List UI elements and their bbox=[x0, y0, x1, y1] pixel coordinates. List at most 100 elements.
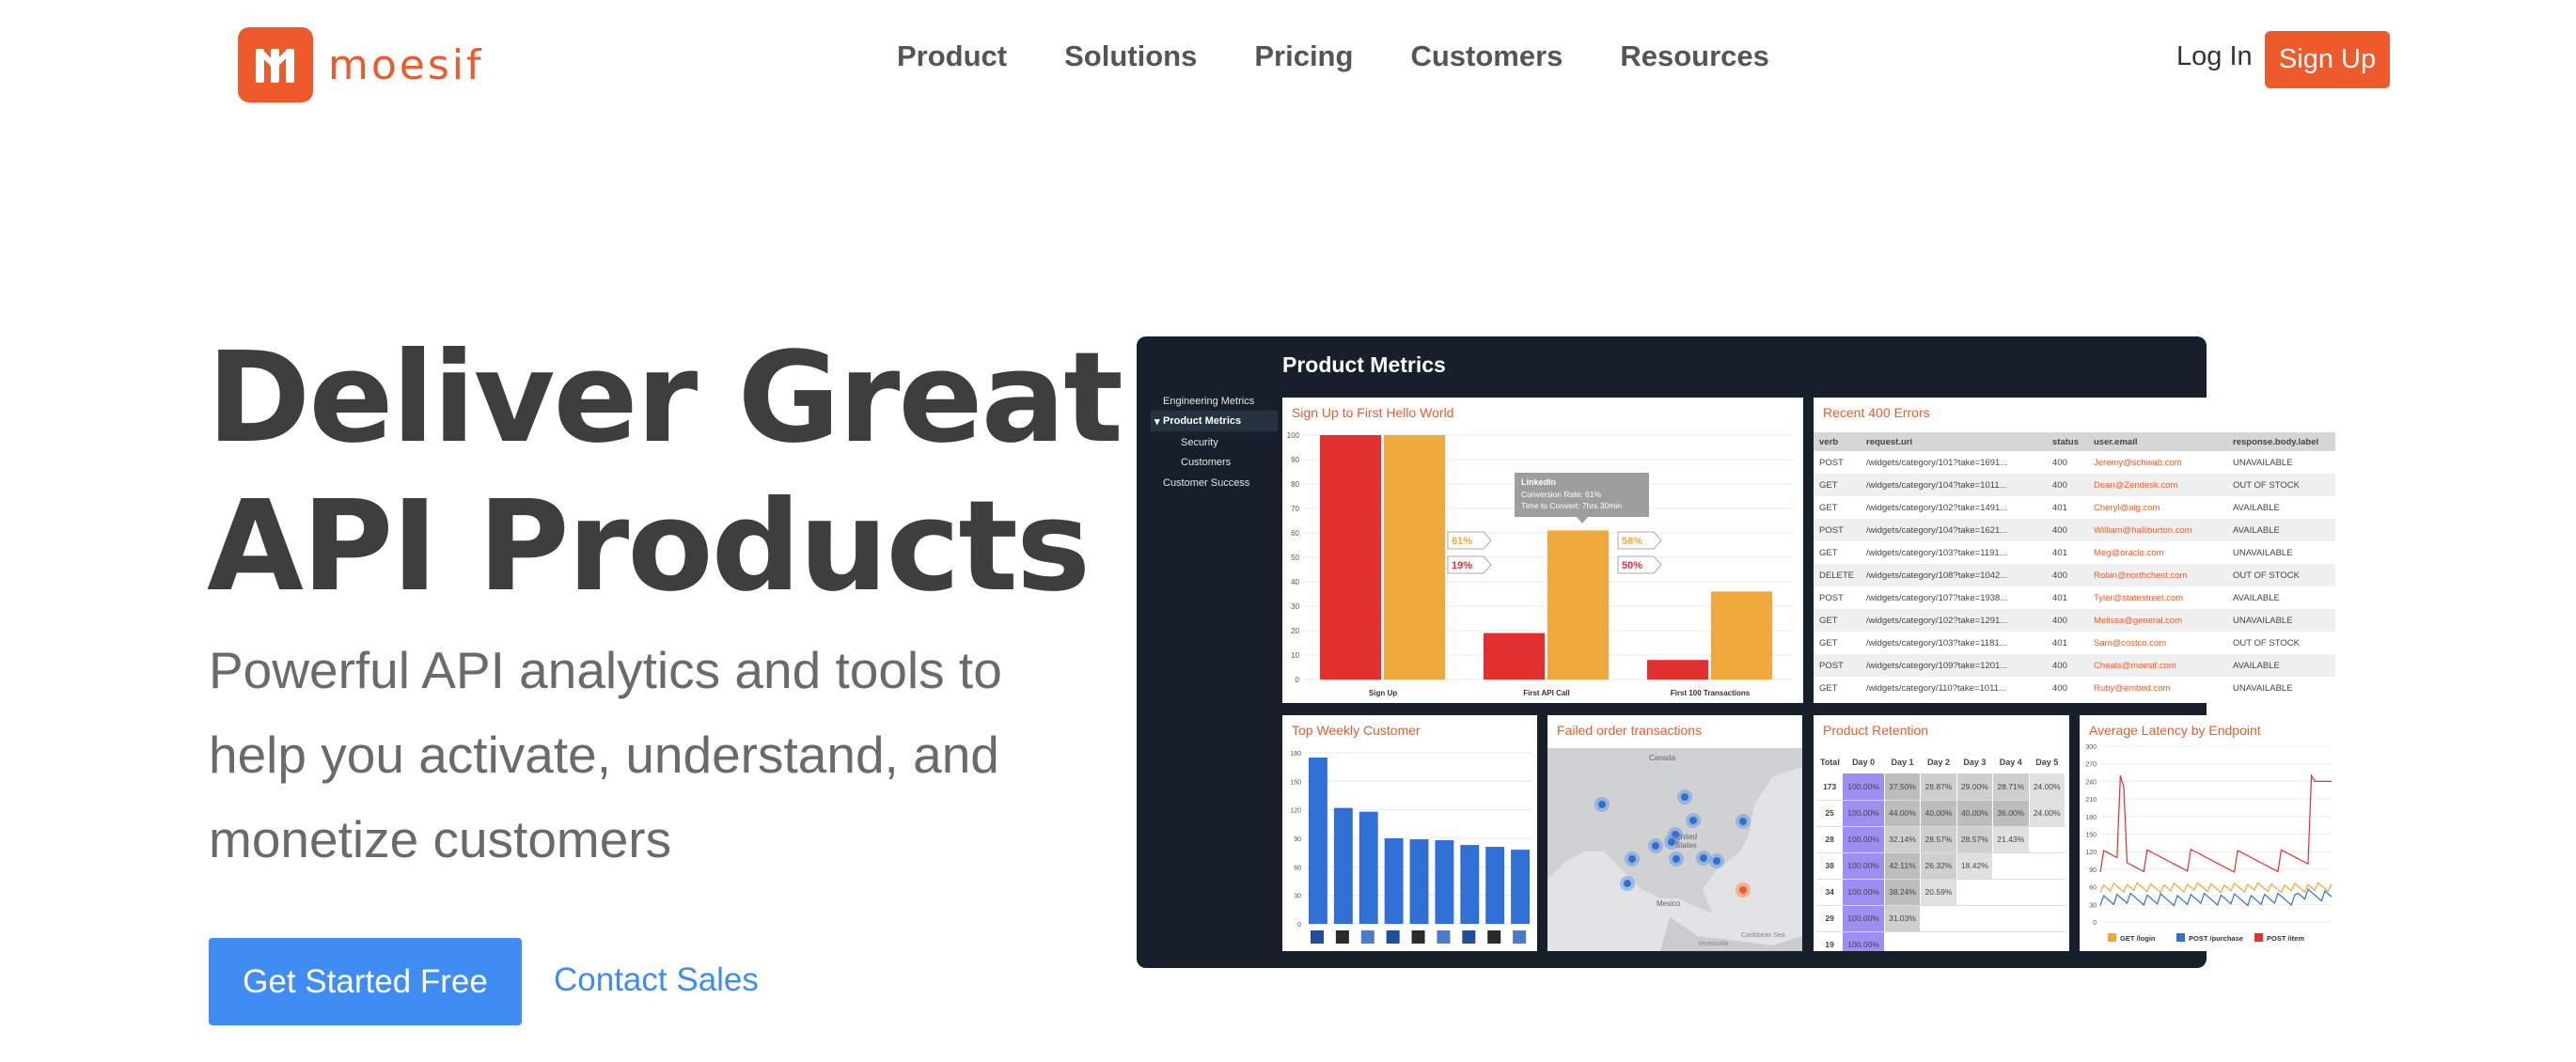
dash-nav-expand-icon: ▾ bbox=[1154, 416, 1160, 428]
retention-card: Product Retention Total Day 0 Day 1 Day 2 Da… bbox=[1814, 715, 2069, 951]
errors-cell: 400 bbox=[2047, 519, 2088, 541]
errors-table-row[interactable]: DELETE/widgets/category/108?take=1042...… bbox=[1814, 564, 2335, 586]
map-marker bbox=[1652, 842, 1659, 850]
errors-cell: /widgets/category/102?take=1291... bbox=[1861, 609, 2047, 632]
get-started-button[interactable]: Get Started Free bbox=[209, 938, 522, 1025]
retention-cell: 37.50% bbox=[1884, 773, 1922, 801]
latency-legend-label: POST /item bbox=[2267, 934, 2304, 943]
errors-table-row[interactable]: GET/widgets/category/103?take=1191... 401… bbox=[1814, 541, 2335, 564]
errors-cell: DELETE bbox=[1814, 564, 1861, 586]
errors-cell: UNAVAILABLE bbox=[2233, 547, 2293, 558]
errors-cell: Robin@northchest.com bbox=[2088, 564, 2227, 586]
errors-cell: UNAVAILABLE bbox=[2233, 457, 2293, 468]
moesif-logo[interactable]: moesif bbox=[238, 27, 484, 102]
funnel-chart: 0 10 20 30 40 50 60 70 80 90 100 Sign Up First API C… bbox=[1287, 431, 1794, 697]
errors-cell: AVAILABLE bbox=[2233, 502, 2280, 513]
funnel-rate-label: 19% bbox=[1452, 560, 1472, 571]
errors-table-row[interactable]: GET/widgets/category/110?take=1011... 400… bbox=[1814, 677, 2335, 699]
errors-table-row[interactable]: GET/widgets/category/103?take=1181... 401… bbox=[1814, 632, 2335, 654]
funnel-xtick: First API Call bbox=[1523, 689, 1570, 697]
retention-cell: 36.00% bbox=[1992, 800, 2030, 827]
hero-title-line1: Deliver Great bbox=[207, 326, 1123, 471]
errors-column-header[interactable]: response.body.label bbox=[2227, 432, 2335, 451]
retention-cell: 24.00% bbox=[2029, 800, 2066, 827]
weekly-customer-logo-icon bbox=[1513, 930, 1527, 944]
errors-cell: /widgets/category/102?take=1491... bbox=[1866, 502, 2008, 513]
hero-subtitle: Powerful API analytics and tools to help… bbox=[209, 641, 1002, 868]
errors-cell: 401 bbox=[2052, 592, 2067, 603]
funnel-ytick: 100 bbox=[1287, 431, 1300, 440]
errors-cell: 400 bbox=[2047, 474, 2088, 496]
retention-row: 38 100.00% 42.11% 26.32% 18.42% bbox=[1817, 852, 2066, 880]
errors-cell: GET bbox=[1819, 637, 1838, 648]
hero-title: Deliver Great API Products bbox=[207, 324, 1123, 621]
retention-cell bbox=[2029, 931, 2066, 951]
retention-title: Product Retention bbox=[1823, 723, 1929, 738]
errors-cell: /widgets/category/107?take=1938... bbox=[1866, 592, 2008, 603]
errors-cell: /widgets/category/110?take=1011... bbox=[1866, 682, 2006, 694]
nav-product[interactable]: Product bbox=[897, 39, 1007, 73]
errors-cell: William@halliburton.com bbox=[2088, 519, 2227, 541]
retention-row: 29 100.00% 31.03% bbox=[1817, 905, 2066, 932]
retention-cell: 40.00% bbox=[1956, 800, 1994, 827]
funnel-tooltip-time: Time to Convert: 7hrs 30min bbox=[1521, 501, 1622, 510]
funnel-tooltip-pointer bbox=[1577, 517, 1588, 523]
errors-cell: Cheryl@aig.com bbox=[2094, 502, 2160, 513]
retention-cell bbox=[1992, 931, 2030, 951]
funnel-rate-label: 61% bbox=[1452, 536, 1472, 547]
logo-mark-icon bbox=[238, 27, 313, 102]
retention-cell: 19 bbox=[1817, 931, 1844, 951]
errors-table-row[interactable]: POST/widgets/category/109?take=1201... 40… bbox=[1814, 654, 2335, 677]
errors-table-row[interactable]: GET/widgets/category/102?take=1491... 401… bbox=[1814, 496, 2335, 519]
errors-column-header[interactable]: request.uri bbox=[1861, 432, 2047, 451]
map-marker bbox=[1681, 793, 1689, 801]
errors-column-header[interactable]: status bbox=[2047, 432, 2088, 451]
retention-cell: 24.00% bbox=[2029, 773, 2066, 801]
funnel-ytick: 10 bbox=[1291, 651, 1299, 660]
weekly-customer-logo-icon bbox=[1437, 930, 1451, 944]
nav-solutions[interactable]: Solutions bbox=[1064, 39, 1197, 73]
errors-cell: /widgets/category/108?take=1042... bbox=[1861, 564, 2047, 586]
dash-nav-product: Product Metrics bbox=[1163, 415, 1242, 427]
errors-column-header[interactable]: verb bbox=[1814, 432, 1861, 451]
nav-resources[interactable]: Resources bbox=[1620, 39, 1769, 73]
contact-sales-link[interactable]: Contact Sales bbox=[554, 961, 759, 999]
dash-nav-customers: Customers bbox=[1181, 457, 1232, 468]
errors-cell: /widgets/category/104?take=1011... bbox=[1861, 474, 2047, 496]
latency-ytick: 300 bbox=[2085, 744, 2097, 751]
errors-table-row[interactable]: GET/widgets/category/104?take=1011... 400… bbox=[1814, 474, 2335, 496]
weekly-bar bbox=[1409, 839, 1429, 924]
latency-chart: 0 30 60 90 120 150 180 210 240 270 300 GET /login PO… bbox=[2085, 744, 2333, 943]
latency-ytick: 30 bbox=[2089, 902, 2097, 909]
weekly-bar bbox=[1435, 840, 1454, 924]
map-label-canada: Canada bbox=[1649, 754, 1676, 762]
errors-column-header[interactable]: user.email bbox=[2088, 432, 2227, 451]
retention-cell bbox=[2029, 905, 2066, 932]
signup-button[interactable]: Sign Up bbox=[2265, 31, 2390, 88]
retention-row: 19 100.00% bbox=[1817, 931, 2066, 951]
funnel-rate-label: 58% bbox=[1622, 536, 1642, 547]
errors-table-row[interactable]: POST/widgets/category/101?take=1691... 40… bbox=[1814, 451, 2335, 474]
retention-column-header: Day 0 bbox=[1842, 751, 1885, 773]
nav-customers[interactable]: Customers bbox=[1410, 39, 1563, 73]
errors-table-row[interactable]: GET/widgets/category/102?take=1291... 400… bbox=[1814, 609, 2335, 632]
weekly-bar bbox=[1359, 811, 1378, 924]
errors-cell: Dean@Zendesk.com bbox=[2088, 474, 2227, 496]
weekly-bar bbox=[1460, 845, 1480, 924]
errors-cell: Meg@oracle.com bbox=[2094, 547, 2164, 558]
map-marker bbox=[1668, 838, 1675, 846]
retention-cell: 42.11% bbox=[1884, 852, 1922, 880]
errors-card: Recent 400 Errors verb request.uri status u… bbox=[1814, 398, 2335, 703]
map-label-mexico: Mexico bbox=[1657, 899, 1681, 908]
latency-ytick: 240 bbox=[2085, 779, 2097, 786]
errors-table-row[interactable]: POST/widgets/category/104?take=1621... 40… bbox=[1814, 519, 2335, 541]
retention-cell: 44.00% bbox=[1884, 800, 1922, 827]
dashboard-title: Product Metrics bbox=[1282, 352, 1446, 377]
errors-table-row[interactable]: POST/widgets/category/107?take=1938... 40… bbox=[1814, 586, 2335, 609]
login-link[interactable]: Log In bbox=[2176, 41, 2253, 72]
funnel-bar-orange bbox=[1384, 435, 1445, 679]
weekly-ytick: 90 bbox=[1294, 836, 1301, 843]
nav-pricing[interactable]: Pricing bbox=[1254, 39, 1353, 73]
weekly-bar bbox=[1309, 757, 1327, 924]
weekly-bar bbox=[1384, 838, 1404, 924]
